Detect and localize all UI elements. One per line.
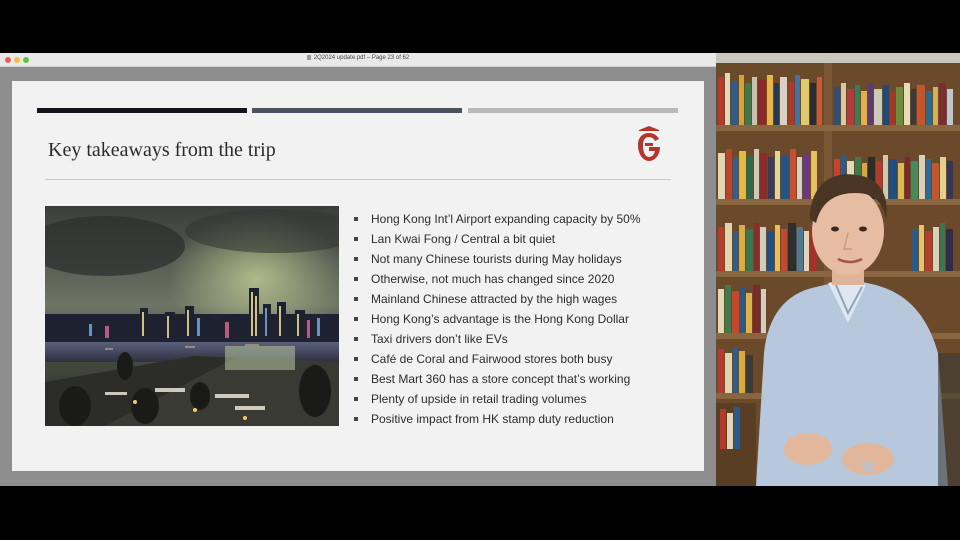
takeaways-list: Hong Kong Int’l Airport expanding capaci… [353, 209, 641, 429]
list-item: Otherwise, not much has changed since 20… [354, 269, 641, 289]
title-divider [45, 179, 671, 180]
list-item: Best Mart 360 has a store concept that’s… [354, 369, 641, 389]
list-item: Mainland Chinese attracted by the high w… [354, 289, 641, 309]
bullet-square-icon [354, 277, 358, 281]
list-item: Lan Kwai Fong / Central a bit quiet [354, 229, 641, 249]
bullet-square-icon [354, 377, 358, 381]
bullet-square-icon [354, 237, 358, 241]
window-titlebar[interactable]: 2Q2024 update.pdf – Page 23 of 62 [0, 53, 716, 67]
pdf-viewer-window: 2Q2024 update.pdf – Page 23 of 62 Key ta… [0, 53, 716, 486]
list-item: Hong Kong’s advantage is the Hong Kong D… [354, 309, 641, 329]
list-item: Hong Kong Int’l Airport expanding capaci… [354, 209, 641, 229]
hong-kong-skyline-photo [45, 206, 339, 426]
list-item: Plenty of upside in retail trading volum… [354, 389, 641, 409]
list-item: Taxi drivers don’t like EVs [354, 329, 641, 349]
list-item: Café de Coral and Fairwood stores both b… [354, 349, 641, 369]
list-item: Positive impact from HK stamp duty reduc… [354, 409, 641, 429]
document-icon [306, 55, 311, 60]
bullet-square-icon [354, 417, 358, 421]
bullet-square-icon [354, 337, 358, 341]
company-logo-icon [638, 126, 660, 161]
bullet-square-icon [354, 217, 358, 221]
slide-title: Key takeaways from the trip [48, 139, 276, 161]
header-bar-dark [37, 108, 247, 113]
bullet-square-icon [354, 257, 358, 261]
window-title: 2Q2024 update.pdf – Page 23 of 62 [0, 55, 716, 61]
window-title-text: 2Q2024 update.pdf – Page 23 of 62 [313, 55, 410, 62]
slide-page: Key takeaways from the trip Hong Kong In… [12, 81, 704, 471]
presenter-webcam-video [716, 53, 960, 486]
list-item: Not many Chinese tourists during May hol… [354, 249, 641, 269]
header-bar-mid [252, 108, 462, 113]
bullet-square-icon [354, 357, 358, 361]
bullet-square-icon [354, 297, 358, 301]
bullet-square-icon [354, 317, 358, 321]
header-bar-light [468, 108, 678, 113]
bullet-square-icon [354, 397, 358, 401]
